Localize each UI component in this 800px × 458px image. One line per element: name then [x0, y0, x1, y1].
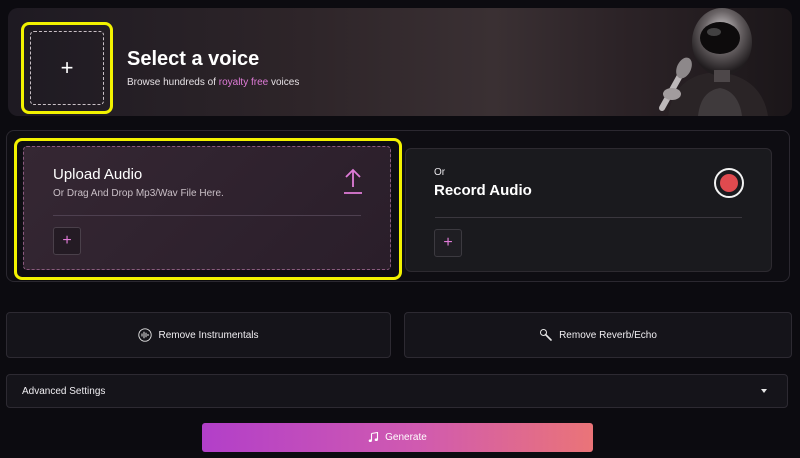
plus-icon: + — [62, 232, 72, 249]
upload-audio-dropzone[interactable]: Upload Audio Or Drag And Drop Mp3/Wav Fi… — [23, 146, 391, 270]
music-note-icon — [368, 432, 379, 442]
plus-icon: + — [443, 234, 453, 251]
upload-add-button[interactable]: + — [53, 227, 81, 255]
caret-down-icon — [761, 389, 767, 393]
upload-arrow-icon[interactable] — [342, 167, 364, 195]
record-button[interactable] — [714, 168, 744, 198]
generate-label: Generate — [385, 432, 427, 443]
remove-reverb-label: Remove Reverb/Echo — [559, 329, 657, 341]
waveform-icon — [138, 328, 153, 342]
microphone-icon — [540, 329, 552, 341]
voice-selector-banner[interactable]: + Select a voice Browse hundreds of roya… — [8, 8, 792, 116]
record-title: Record Audio — [434, 182, 532, 199]
upload-title: Upload Audio — [53, 166, 143, 183]
remove-reverb-button[interactable]: Remove Reverb/Echo — [404, 312, 792, 358]
upload-divider — [53, 215, 361, 216]
advanced-settings-dropdown[interactable]: Advanced Settings — [6, 374, 788, 408]
record-or-label: Or — [434, 167, 446, 178]
plus-icon: + — [60, 55, 74, 80]
remove-instrumentals-label: Remove Instrumentals — [158, 329, 259, 341]
record-divider — [435, 217, 742, 218]
voice-subtitle: Browse hundreds of royalty free voices — [127, 77, 300, 88]
advanced-settings-label: Advanced Settings — [22, 386, 106, 397]
robot-singer-image — [659, 8, 768, 116]
remove-instrumentals-button[interactable]: Remove Instrumentals — [6, 312, 391, 358]
generate-button[interactable]: Generate — [202, 423, 593, 452]
record-icon — [720, 174, 738, 192]
record-audio-card[interactable]: Or Record Audio + — [405, 148, 772, 272]
voice-title: Select a voice — [127, 48, 260, 70]
add-voice-button[interactable]: + — [21, 22, 113, 114]
record-add-button[interactable]: + — [434, 229, 462, 257]
upload-subtitle: Or Drag And Drop Mp3/Wav File Here. — [53, 188, 224, 199]
royalty-free-link[interactable]: royalty free — [219, 77, 268, 88]
